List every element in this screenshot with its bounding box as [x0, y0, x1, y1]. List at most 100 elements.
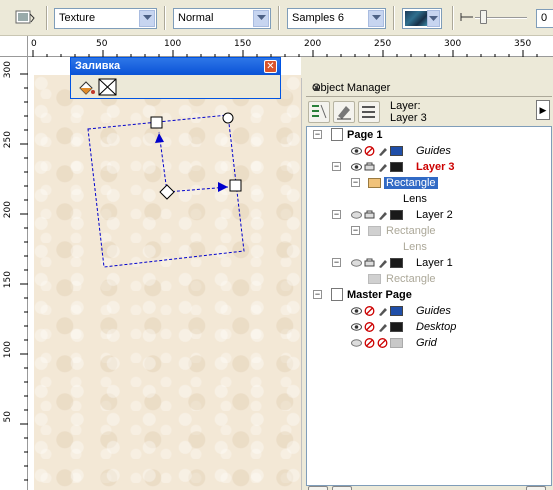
- layer-color-swatch[interactable]: [390, 258, 403, 268]
- eye-icon[interactable]: [351, 162, 362, 172]
- eye-icon[interactable]: [351, 306, 362, 316]
- separator: [164, 6, 166, 30]
- tree-label: Desktop: [416, 321, 457, 333]
- chevron-down-icon[interactable]: [427, 10, 440, 27]
- texture-swatch-picker[interactable]: [402, 8, 442, 29]
- texture-handle-square[interactable]: [229, 179, 242, 192]
- tree-label: Layer 1: [416, 257, 453, 269]
- tree-row-rectangle-selected[interactable]: − Rectangle: [307, 175, 551, 191]
- paint-bucket-icon[interactable]: [76, 78, 96, 97]
- new-layer-button[interactable]: [308, 486, 328, 490]
- rotation-handle[interactable]: [222, 112, 234, 124]
- printer-icon[interactable]: [364, 258, 375, 268]
- show-properties-button[interactable]: [308, 101, 330, 123]
- tree-row-layer1[interactable]: − Layer 1: [307, 255, 551, 271]
- layer-color-swatch[interactable]: [390, 306, 403, 316]
- tree-row-lens[interactable]: Lens: [307, 239, 551, 255]
- eye-icon[interactable]: [351, 146, 362, 156]
- chevron-down-icon[interactable]: [368, 10, 384, 27]
- no-print-icon[interactable]: [364, 322, 375, 332]
- collapse-toggle-icon[interactable]: −: [351, 226, 360, 235]
- pencil-icon[interactable]: [377, 306, 388, 316]
- tree-row-rectangle[interactable]: Rectangle: [307, 271, 551, 287]
- page-icon: [331, 288, 343, 301]
- printer-icon[interactable]: [364, 210, 375, 220]
- arrow-right-icon: [218, 182, 228, 192]
- collapse-toggle-icon[interactable]: −: [332, 210, 341, 219]
- texture-center-handle[interactable]: [159, 184, 175, 200]
- layer-color-swatch[interactable]: [390, 146, 403, 156]
- eye-closed-icon[interactable]: [351, 258, 362, 268]
- layer-manager-view-button[interactable]: [358, 101, 380, 123]
- transparency-value-field[interactable]: 0: [536, 9, 553, 28]
- ruler-corner[interactable]: [0, 36, 28, 57]
- vertical-ruler[interactable]: 300 250 200 150 100 50: [0, 57, 28, 490]
- selected-rectangle-editor[interactable]: [28, 57, 301, 490]
- object-manager-bottom-buttons: [306, 486, 552, 490]
- pencil-icon[interactable]: [377, 210, 388, 220]
- tree-row-grid[interactable]: Grid: [307, 335, 551, 351]
- printer-icon[interactable]: [364, 162, 375, 172]
- close-icon[interactable]: ✕: [264, 60, 277, 73]
- transparency-slider-thumb[interactable]: [480, 10, 487, 24]
- drawing-canvas[interactable]: [28, 57, 301, 490]
- tree-row-rectangle[interactable]: − Rectangle: [307, 223, 551, 239]
- fill-toolbar[interactable]: Заливка ✕: [70, 57, 281, 99]
- layer-color-swatch[interactable]: [390, 162, 403, 172]
- texture-library-value: Samples 6: [292, 12, 344, 24]
- fill-tool-icon[interactable]: [14, 8, 36, 28]
- no-print-icon[interactable]: [364, 146, 375, 156]
- tree-row-layer2[interactable]: − Layer 2: [307, 207, 551, 223]
- merge-mode-value: Normal: [178, 12, 214, 24]
- delete-button[interactable]: [526, 486, 546, 490]
- texture-handle-square[interactable]: [150, 116, 163, 129]
- pencil-icon[interactable]: [377, 258, 388, 268]
- eye-icon[interactable]: [351, 322, 362, 332]
- layer-color-swatch[interactable]: [390, 210, 403, 220]
- no-print-icon[interactable]: [364, 338, 375, 348]
- tree-label: Layer 3: [416, 161, 455, 173]
- fill-toolbar-title[interactable]: Заливка: [71, 58, 280, 75]
- new-master-layer-button[interactable]: [332, 486, 352, 490]
- pencil-icon[interactable]: [377, 322, 388, 332]
- layer-color-swatch[interactable]: [390, 338, 403, 348]
- texture-preview: [405, 11, 427, 26]
- tree-row-desktop[interactable]: Desktop: [307, 319, 551, 335]
- layer-color-swatch[interactable]: [390, 322, 403, 332]
- ruler-label: 100: [3, 341, 13, 359]
- texture-library-select[interactable]: Samples 6: [287, 8, 386, 29]
- tree-row-master-page[interactable]: − Master Page: [307, 287, 551, 303]
- object-manager-title-bar[interactable]: Object Manager ▲ ✕: [306, 79, 552, 97]
- tree-row-master-guides[interactable]: Guides: [307, 303, 551, 319]
- object-tree[interactable]: − Page 1 Guides − Layer 3 − Rectangle Le…: [306, 126, 552, 486]
- tree-label: Rectangle: [386, 225, 436, 237]
- ruler-label: 350: [514, 39, 532, 49]
- docker-menu-arrow-icon[interactable]: ▶: [536, 100, 550, 120]
- pencil-icon[interactable]: [377, 162, 388, 172]
- merge-mode-select[interactable]: Normal: [173, 8, 271, 29]
- collapse-toggle-icon[interactable]: −: [313, 130, 322, 139]
- no-print-icon[interactable]: [364, 306, 375, 316]
- ruler-label: 300: [3, 61, 13, 79]
- collapse-toggle-icon[interactable]: −: [332, 162, 341, 171]
- collapse-toggle-icon[interactable]: −: [351, 178, 360, 187]
- tree-row-page1[interactable]: − Page 1: [307, 127, 551, 143]
- close-icon[interactable]: ✕: [312, 83, 547, 94]
- horizontal-ruler[interactable]: 0 50 100 150 200 250 300 350: [28, 36, 553, 57]
- eye-closed-icon[interactable]: [351, 210, 362, 220]
- tree-row-layer3[interactable]: − Layer 3: [307, 159, 551, 175]
- separator: [452, 6, 454, 30]
- edit-across-layers-button[interactable]: [333, 101, 355, 123]
- no-edit-icon[interactable]: [377, 338, 388, 348]
- tree-label: Grid: [416, 337, 437, 349]
- tree-row-guides[interactable]: Guides: [307, 143, 551, 159]
- no-fill-icon[interactable]: [98, 78, 118, 97]
- collapse-toggle-icon[interactable]: −: [332, 258, 341, 267]
- pencil-icon[interactable]: [377, 146, 388, 156]
- fill-type-select[interactable]: Texture: [54, 8, 157, 29]
- eye-closed-icon[interactable]: [351, 338, 362, 348]
- tree-row-lens[interactable]: Lens: [307, 191, 551, 207]
- collapse-toggle-icon[interactable]: −: [313, 290, 322, 299]
- chevron-down-icon[interactable]: [139, 10, 155, 27]
- chevron-down-icon[interactable]: [253, 10, 269, 27]
